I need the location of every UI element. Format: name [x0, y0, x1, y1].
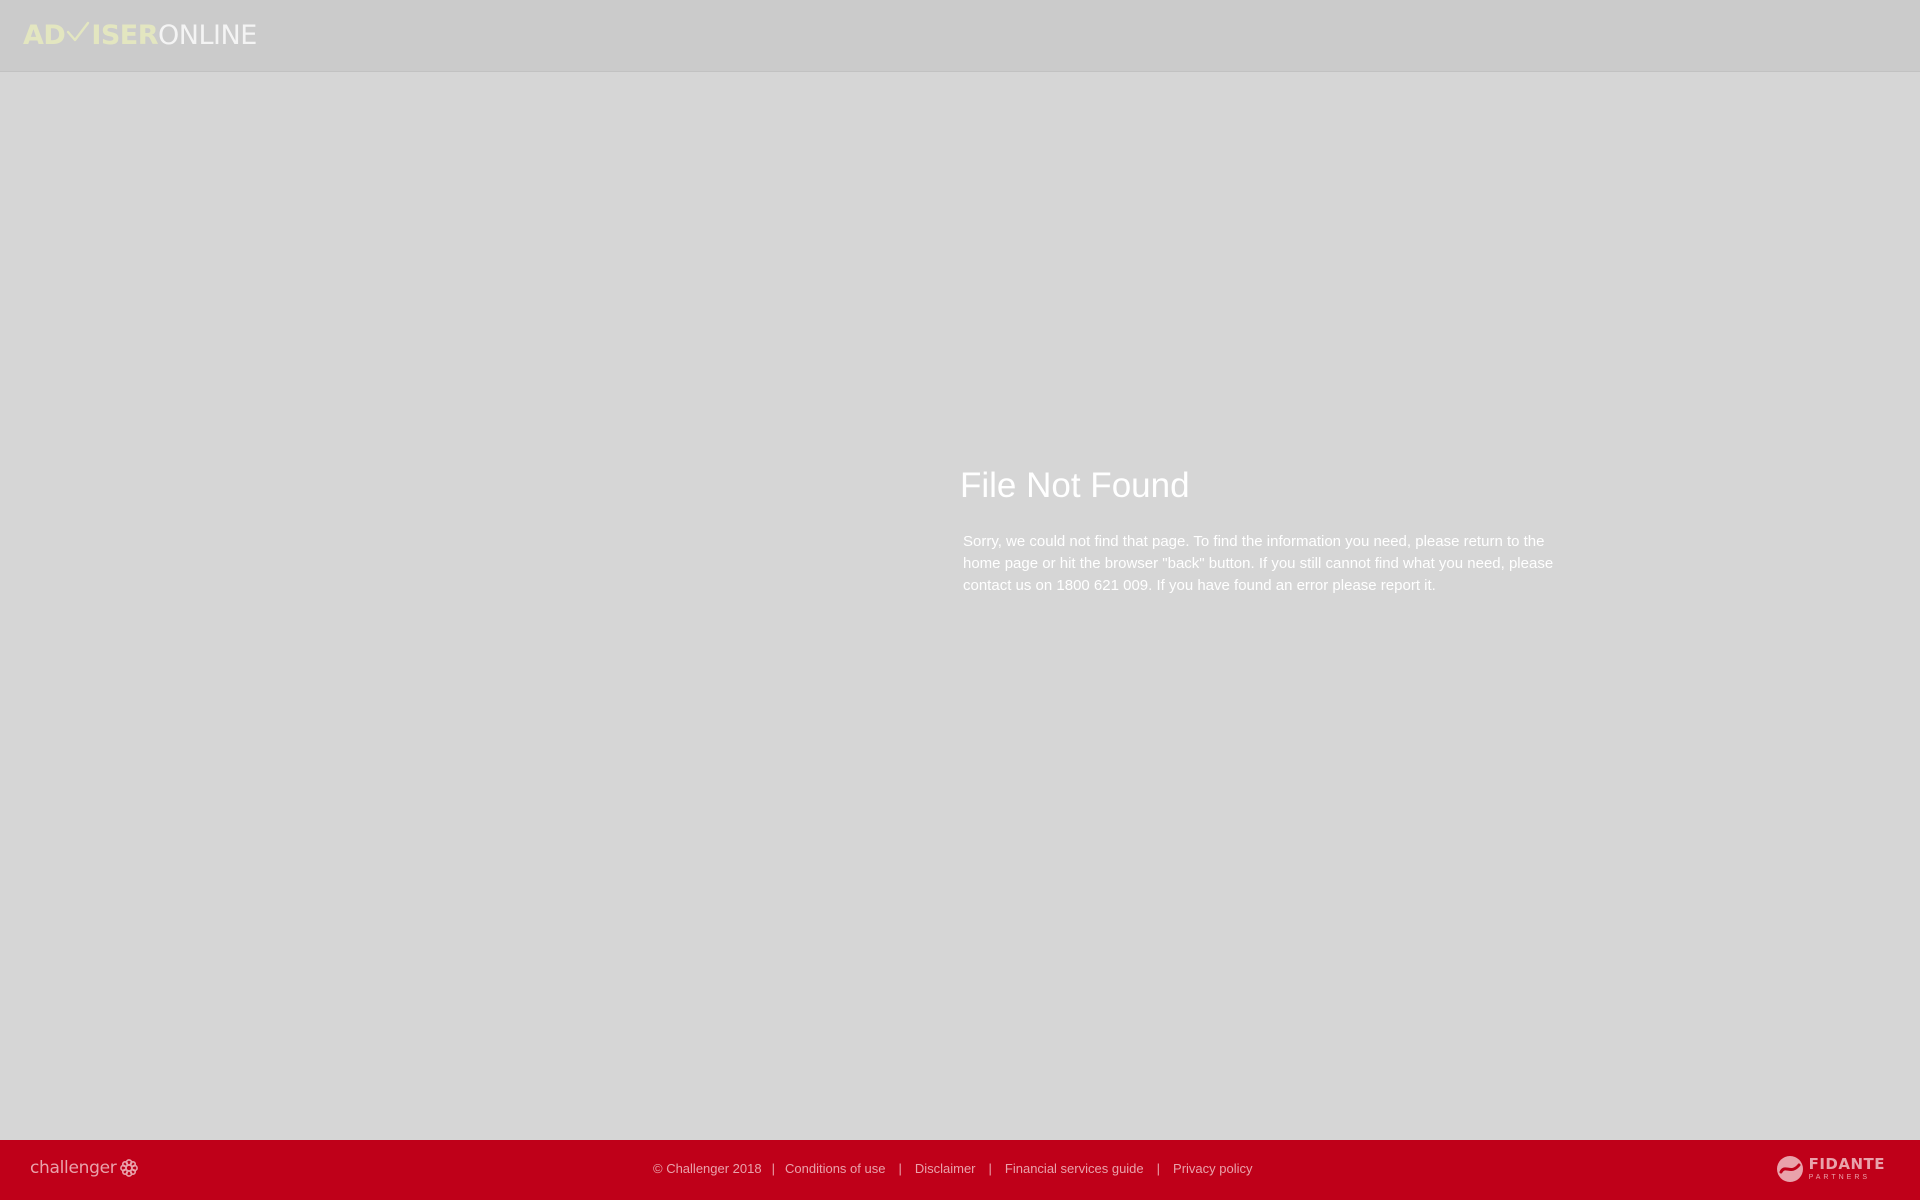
- challenger-logo[interactable]: challenger: [30, 1158, 139, 1178]
- fidante-partners-logo[interactable]: FIDANTE PARTNERS: [1776, 1155, 1885, 1183]
- privacy-policy-link[interactable]: Privacy policy: [1173, 1161, 1252, 1176]
- challenger-flower-icon: [120, 1159, 139, 1177]
- footer-separator: |: [898, 1161, 902, 1176]
- logo-adviser-text: AD ISER: [23, 20, 159, 52]
- logo-ad-text: AD: [23, 20, 66, 51]
- logo-iser-text: ISER: [91, 20, 159, 51]
- fidante-mark-icon: [1776, 1156, 1803, 1182]
- fidante-name: FIDANTE: [1808, 1155, 1885, 1173]
- copyright-text: © Challenger 2018: [653, 1161, 762, 1176]
- challenger-logo-text: challenger: [30, 1158, 117, 1178]
- disclaimer-link[interactable]: Disclaimer: [915, 1161, 976, 1176]
- adviser-online-logo[interactable]: AD ISER ONLINE: [23, 20, 257, 52]
- site-header: AD ISER ONLINE: [0, 0, 1920, 72]
- financial-services-guide-link[interactable]: Financial services guide: [1005, 1161, 1144, 1176]
- footer-nav: © Challenger 2018 | Conditions of use | …: [653, 1161, 1253, 1176]
- error-message: Sorry, we could not find that page. To f…: [963, 533, 1554, 594]
- site-footer: challenger © Challenger 2018 | Condition…: [0, 1140, 1920, 1200]
- checkmark-icon: [67, 21, 90, 42]
- footer-separator: |: [771, 1161, 775, 1176]
- logo-online-text: ONLINE: [158, 20, 257, 51]
- footer-separator: |: [1156, 1161, 1161, 1176]
- conditions-of-use-link[interactable]: Conditions of use: [785, 1161, 885, 1176]
- page-title: File Not Found: [960, 466, 1190, 505]
- fidante-sub: PARTNERS: [1808, 1174, 1871, 1181]
- fidante-text: FIDANTE PARTNERS: [1808, 1155, 1885, 1182]
- main-content: [0, 72, 1920, 1140]
- footer-separator: |: [988, 1161, 992, 1176]
